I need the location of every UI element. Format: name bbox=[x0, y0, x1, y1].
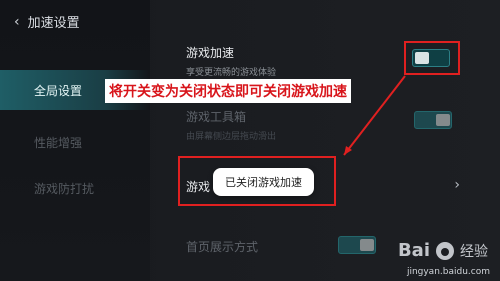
sidebar-item-label: 性能增强 bbox=[34, 135, 83, 150]
watermark-url: jingyan.baidu.com bbox=[406, 267, 490, 277]
toggle-knob bbox=[436, 114, 450, 126]
baidu-paw-icon bbox=[436, 241, 454, 260]
setting-title: 首页展示方式 bbox=[186, 240, 259, 254]
setting-desc: 享受更流畅的游戏体验 bbox=[186, 68, 277, 78]
highlight-box-toggle bbox=[404, 41, 460, 75]
setting-title: 游戏工具箱 bbox=[186, 110, 247, 124]
sidebar-item-performance[interactable]: 性能增强 bbox=[0, 122, 150, 162]
game-toolbox-toggle[interactable] bbox=[414, 111, 452, 129]
screen: ‹ 加速设置 全局设置 性能增强 游戏防打扰 游戏加速 享受更流畅的游戏体验 游… bbox=[0, 0, 500, 281]
setting-title: 游戏加速 bbox=[186, 46, 235, 60]
baidu-watermark: Bai 经验 bbox=[398, 240, 488, 261]
back-button[interactable]: ‹ 加速设置 bbox=[14, 12, 80, 32]
sidebar-item-no-disturb[interactable]: 游戏防打扰 bbox=[0, 168, 150, 208]
setting-game-accel: 游戏加速 享受更流畅的游戏体验 bbox=[186, 44, 276, 78]
annotation-caption: 将开关变为关闭状态即可关闭游戏加速 bbox=[105, 79, 351, 103]
setting-home-display: 首页展示方式 bbox=[186, 238, 258, 255]
chevron-right-icon[interactable]: › bbox=[454, 177, 460, 193]
toggle-knob bbox=[360, 239, 374, 251]
sidebar-item-label: 全局设置 bbox=[34, 83, 83, 98]
sidebar-item-label: 游戏防打扰 bbox=[34, 181, 95, 196]
home-display-toggle[interactable] bbox=[338, 236, 376, 254]
page-title: 加速设置 bbox=[27, 16, 80, 31]
setting-desc: 由屏幕侧边层拖动滑出 bbox=[186, 132, 277, 142]
toast-message: 已关闭游戏加速 bbox=[213, 168, 314, 196]
baidu-brand: Bai bbox=[397, 240, 430, 261]
setting-game-toolbox: 游戏工具箱 由屏幕侧边层拖动滑出 bbox=[186, 108, 276, 142]
baidu-brand-suffix: 经验 bbox=[460, 243, 488, 260]
chevron-left-icon: ‹ bbox=[14, 13, 20, 30]
sidebar: ‹ 加速设置 全局设置 性能增强 游戏防打扰 bbox=[0, 0, 150, 281]
